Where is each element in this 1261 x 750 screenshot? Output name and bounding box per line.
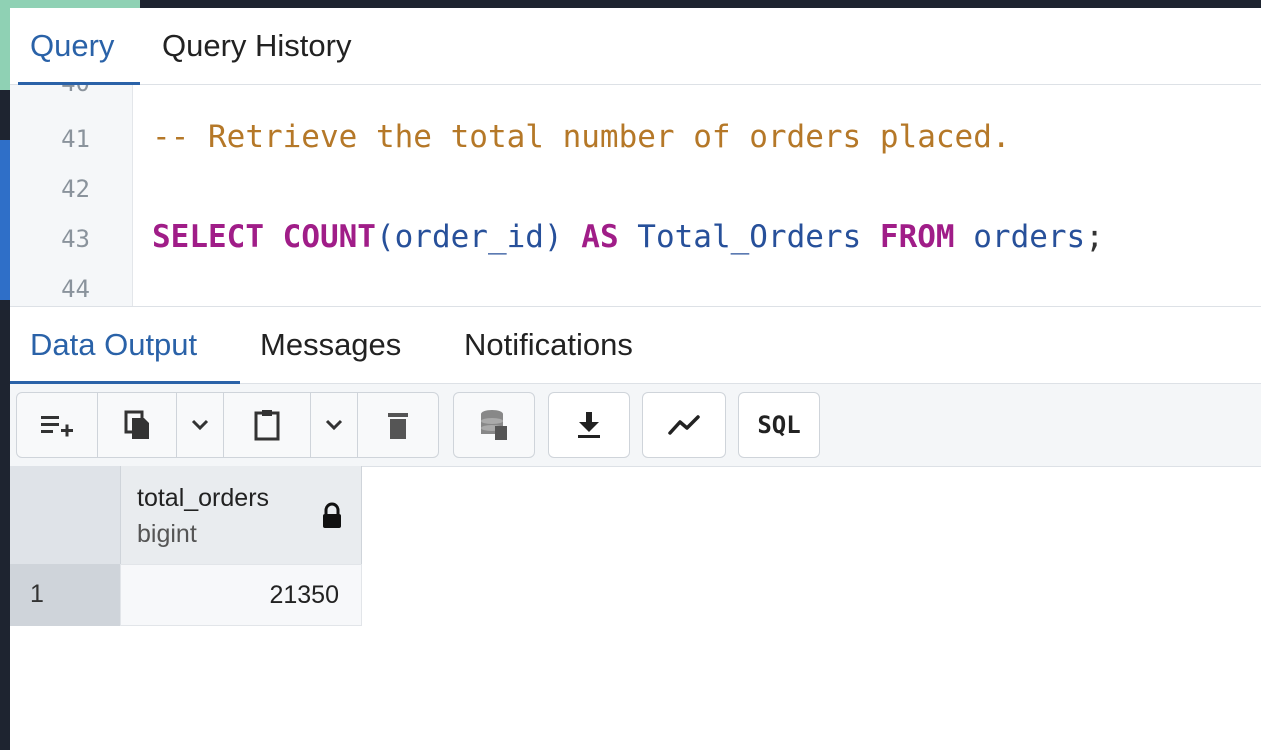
sql-semicolon: ; [1085,219,1104,255]
row-number[interactable]: 1 [10,564,120,626]
line-number: 44 [61,275,90,303]
editor-line: 43 SELECT COUNT(order_id) AS Total_Order… [10,213,1261,263]
sql-alias: Total_Orders [618,219,880,255]
tab-messages[interactable]: Messages [260,327,401,363]
column-name: total_orders [137,484,270,512]
line-number: 41 [61,125,90,153]
graph-icon [668,415,700,435]
sql-keyword-select: SELECT [152,219,264,255]
sql-space [264,219,283,255]
sql-function-count: COUNT [282,219,376,255]
copy-button[interactable] [97,392,177,458]
editor-line: 41 -- Retrieve the total number of order… [10,113,1261,163]
tab-query-history[interactable]: Query History [162,28,351,64]
chevron-down-icon [325,419,343,431]
copy-options-dropdown[interactable] [176,392,224,458]
delete-button[interactable] [357,392,439,458]
column-header-total-orders[interactable]: total_orders bigint [120,466,362,564]
save-data-icon [481,410,507,440]
download-button[interactable] [548,392,630,458]
row-number-label: 1 [30,580,44,608]
grid-corner-cell[interactable] [10,466,120,564]
line-number: 42 [61,175,90,203]
save-data-button[interactable] [453,392,535,458]
tab-query[interactable]: Query [30,28,114,64]
delete-icon [388,413,408,439]
download-icon [578,412,600,438]
editor-line: 40 [10,85,1261,109]
view-sql-button[interactable]: SQL [738,392,820,458]
query-tool-panel: Query Query History 40 41 -- Retrieve th… [10,8,1261,750]
output-tabs: Data Output Messages Notifications [10,307,1261,384]
sql-comment: -- Retrieve the total number of orders p… [152,119,1011,155]
sql-space [563,219,582,255]
sql-argument: (order_id) [375,219,563,255]
tab-notifications[interactable]: Notifications [464,327,633,363]
sql-icon: SQL [757,411,801,439]
paste-options-dropdown[interactable] [310,392,358,458]
editor-line: 42 [10,163,1261,213]
chevron-down-icon [191,419,209,431]
editor-line: 44 [10,263,1261,306]
data-cell[interactable]: 21350 [120,564,362,626]
paste-icon [254,410,280,441]
tab-data-output[interactable]: Data Output [30,327,197,363]
sql-keyword-as: AS [581,219,619,255]
add-row-icon [41,416,73,437]
graph-visualiser-button[interactable] [642,392,726,458]
sql-editor[interactable]: 40 41 -- Retrieve the total number of or… [10,85,1261,307]
sql-keyword-from: FROM [879,219,955,255]
paste-button[interactable] [223,392,311,458]
cell-value: 21350 [269,581,339,609]
add-row-button[interactable] [16,392,98,458]
lock-icon [323,502,341,528]
column-type: bigint [137,520,197,548]
line-number: 43 [61,225,90,253]
query-tabs: Query Query History [10,8,1261,85]
copy-icon [124,410,149,439]
data-output-toolbar: SQL [10,384,1261,467]
sql-table: orders [954,219,1086,255]
sql-statement: SELECT COUNT(order_id) AS Total_Orders F… [152,219,1104,255]
line-number: 40 [30,85,90,97]
